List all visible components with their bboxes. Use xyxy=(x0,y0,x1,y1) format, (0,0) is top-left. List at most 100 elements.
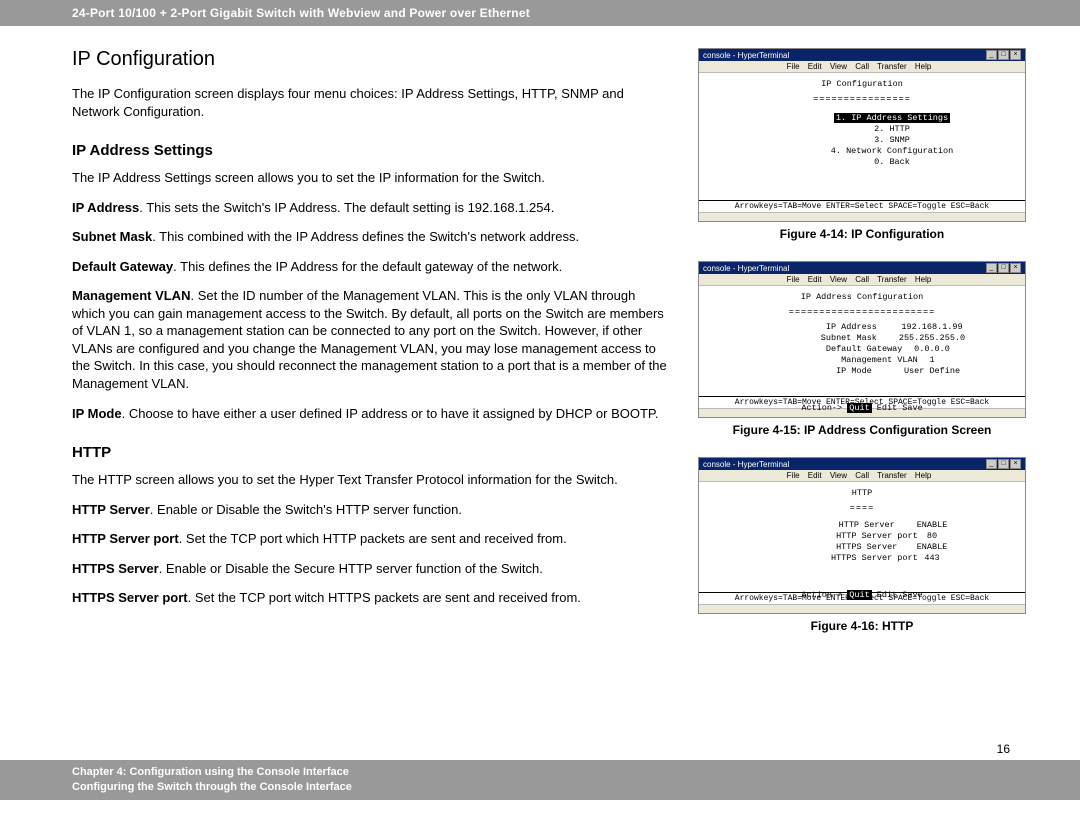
menu-item-1: 1. IP Address Settings xyxy=(767,113,1017,124)
https-server-text: . Enable or Disable the Secure HTTP serv… xyxy=(159,561,543,576)
window-titlebar: console - HyperTerminal _□× xyxy=(699,262,1025,274)
content-area: IP Configuration The IP Configuration sc… xyxy=(0,48,1080,653)
figure-4-15: console - HyperTerminal _□× File Edit Vi… xyxy=(692,261,1032,437)
close-icon: × xyxy=(1010,50,1021,60)
page-number: 16 xyxy=(997,742,1010,756)
menu-transfer: Transfer xyxy=(877,275,907,284)
minimize-icon: _ xyxy=(986,50,997,60)
outer-status xyxy=(699,604,1025,613)
left-column: IP Configuration The IP Configuration sc… xyxy=(72,48,692,653)
menu-view: View xyxy=(830,275,847,284)
menu-transfer: Transfer xyxy=(877,62,907,71)
ipmode-label: IP Mode xyxy=(72,406,122,421)
https-server-label: HTTPS Server xyxy=(72,561,159,576)
figure-caption: Figure 4-15: IP Address Configuration Sc… xyxy=(692,423,1032,437)
terminal-body: IP Configuration ================ 1. IP … xyxy=(699,73,1025,200)
row-ip: IP Address192.168.1.99 xyxy=(747,322,1017,333)
http-server-row: HTTP Server. Enable or Disable the Switc… xyxy=(72,501,672,519)
window-menubar: File Edit View Call Transfer Help xyxy=(699,61,1025,73)
https-server-row: HTTPS Server. Enable or Disable the Secu… xyxy=(72,560,672,578)
screen-title: HTTP xyxy=(707,488,1017,499)
window-titlebar: console - HyperTerminal _□× xyxy=(699,458,1025,470)
footer-chapter: Chapter 4: Configuration using the Conso… xyxy=(72,765,1080,780)
menu-view: View xyxy=(830,471,847,480)
figure-4-16: console - HyperTerminal _□× File Edit Vi… xyxy=(692,457,1032,633)
divider: ================ xyxy=(707,94,1017,105)
window-titlebar: console - HyperTerminal _□× xyxy=(699,49,1025,61)
maximize-icon: □ xyxy=(998,459,1009,469)
maximize-icon: □ xyxy=(998,50,1009,60)
section-title: IP Configuration xyxy=(72,48,672,71)
subnet-text: . This combined with the IP Address defi… xyxy=(152,229,579,244)
menu-help: Help xyxy=(915,471,931,480)
ip-settings-title: IP Address Settings xyxy=(72,142,672,159)
menu-file: File xyxy=(787,471,800,480)
http-server-label: HTTP Server xyxy=(72,502,150,517)
row-https-server: HTTPS ServerENABLE xyxy=(747,542,1017,553)
http-intro: The HTTP screen allows you to set the Hy… xyxy=(72,471,672,489)
ip-address-row: IP Address. This sets the Switch's IP Ad… xyxy=(72,199,672,217)
action-row: Action-> Quit Edit Save xyxy=(707,590,1017,601)
terminal-body: IP Address Configuration ===============… xyxy=(699,286,1025,396)
screen-title: IP Address Configuration xyxy=(707,292,1017,303)
menu-view: View xyxy=(830,62,847,71)
ip-settings-intro: The IP Address Settings screen allows yo… xyxy=(72,169,672,187)
footer-section: Configuring the Switch through the Conso… xyxy=(72,780,1080,795)
menu-edit: Edit xyxy=(808,62,822,71)
menu-edit: Edit xyxy=(808,471,822,480)
menu-edit: Edit xyxy=(808,275,822,284)
terminal-window: console - HyperTerminal _□× File Edit Vi… xyxy=(698,457,1026,614)
menu-item-3: 3. SNMP xyxy=(767,135,1017,146)
divider: ==== xyxy=(707,503,1017,514)
window-buttons: _□× xyxy=(986,459,1021,469)
menu-help: Help xyxy=(915,62,931,71)
terminal-body: HTTP ==== HTTP ServerENABLE HTTP Server … xyxy=(699,482,1025,592)
menu-call: Call xyxy=(855,275,869,284)
https-port-row: HTTPS Server port. Set the TCP port witc… xyxy=(72,589,672,607)
menu-item-back: 0. Back xyxy=(767,157,1017,168)
minimize-icon: _ xyxy=(986,459,997,469)
ip-address-label: IP Address xyxy=(72,200,139,215)
row-gateway: Default Gateway0.0.0.0 xyxy=(747,344,1017,355)
figure-caption: Figure 4-16: HTTP xyxy=(692,619,1032,633)
https-port-text: . Set the TCP port witch HTTPS packets a… xyxy=(188,590,581,605)
https-port-label: HTTPS Server port xyxy=(72,590,188,605)
window-menubar: File Edit View Call Transfer Help xyxy=(699,274,1025,286)
divider: ======================== xyxy=(707,307,1017,318)
status-bar: Arrowkeys=TAB=Move ENTER=Select SPACE=To… xyxy=(699,200,1025,212)
vlan-label: Management VLAN xyxy=(72,288,190,303)
vlan-text: . Set the ID number of the Management VL… xyxy=(72,288,667,391)
page-header: 24-Port 10/100 + 2-Port Gigabit Switch w… xyxy=(0,0,1080,26)
http-title: HTTP xyxy=(72,444,672,461)
gateway-label: Default Gateway xyxy=(72,259,173,274)
window-title: console - HyperTerminal xyxy=(703,460,789,469)
window-menubar: File Edit View Call Transfer Help xyxy=(699,470,1025,482)
menu-file: File xyxy=(787,275,800,284)
figure-4-14: console - HyperTerminal _□× File Edit Vi… xyxy=(692,48,1032,241)
subnet-label: Subnet Mask xyxy=(72,229,152,244)
row-https-port: HTTPS Server port443 xyxy=(747,553,1017,564)
menu-call: Call xyxy=(855,471,869,480)
menu-item-4: 4. Network Configuration xyxy=(767,146,1017,157)
section-intro: The IP Configuration screen displays fou… xyxy=(72,85,672,120)
gateway-text: . This defines the IP Address for the de… xyxy=(173,259,562,274)
maximize-icon: □ xyxy=(998,263,1009,273)
subnet-row: Subnet Mask. This combined with the IP A… xyxy=(72,228,672,246)
window-title: console - HyperTerminal xyxy=(703,264,789,273)
close-icon: × xyxy=(1010,459,1021,469)
screen-title: IP Configuration xyxy=(707,79,1017,90)
window-buttons: _□× xyxy=(986,263,1021,273)
http-port-label: HTTP Server port xyxy=(72,531,179,546)
terminal-window: console - HyperTerminal _□× File Edit Vi… xyxy=(698,261,1026,418)
http-port-row: HTTP Server port. Set the TCP port which… xyxy=(72,530,672,548)
ip-address-text: . This sets the Switch's IP Address. The… xyxy=(139,200,554,215)
menu-call: Call xyxy=(855,62,869,71)
close-icon: × xyxy=(1010,263,1021,273)
menu-transfer: Transfer xyxy=(877,471,907,480)
row-http-server: HTTP ServerENABLE xyxy=(747,520,1017,531)
row-subnet: Subnet Mask255.255.255.0 xyxy=(747,333,1017,344)
gateway-row: Default Gateway. This defines the IP Add… xyxy=(72,258,672,276)
menu-file: File xyxy=(787,62,800,71)
outer-status xyxy=(699,212,1025,221)
window-buttons: _□× xyxy=(986,50,1021,60)
